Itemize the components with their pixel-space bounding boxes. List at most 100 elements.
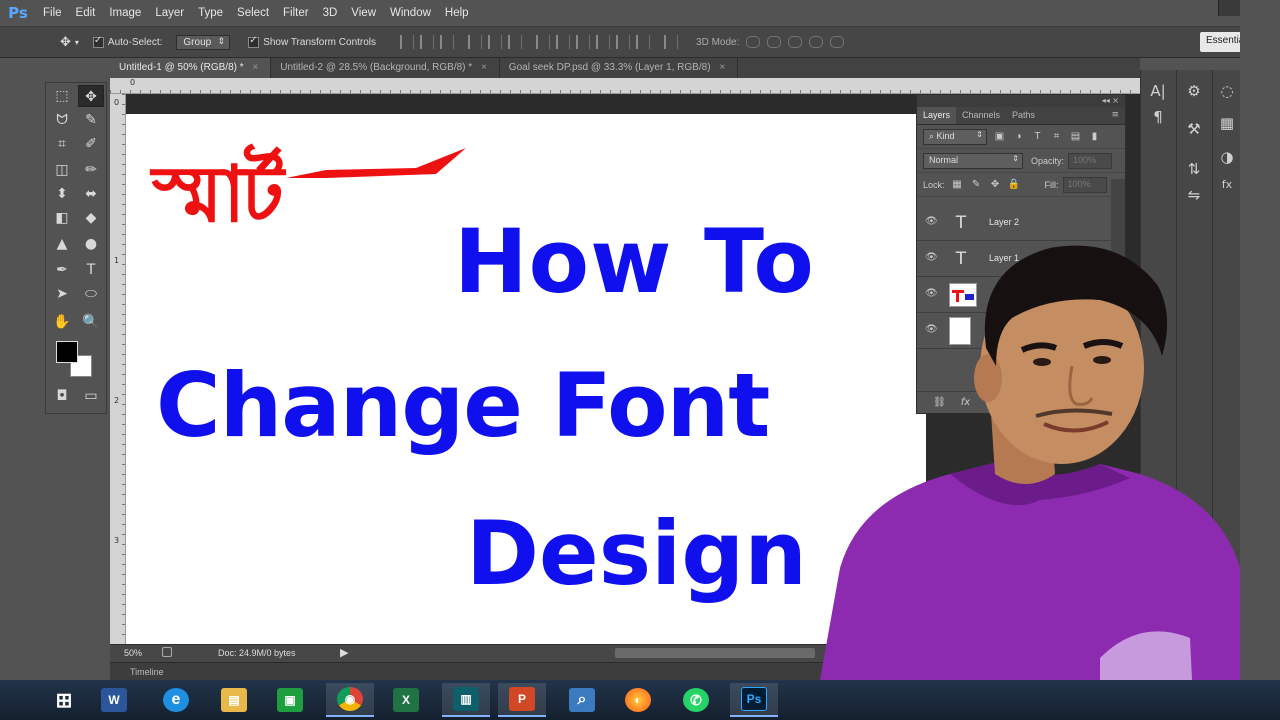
filter-toggle-icon[interactable]: ▮ bbox=[1088, 131, 1101, 143]
clone-stamp-tool-icon[interactable]: ⬍ bbox=[49, 183, 75, 205]
horizontal-scrollbar[interactable] bbox=[615, 648, 815, 658]
crop-tool-icon[interactable]: ⌗ bbox=[49, 133, 75, 155]
headline-line-2[interactable]: Change Font bbox=[156, 354, 770, 457]
healing-brush-tool-icon[interactable]: ◫ bbox=[49, 159, 75, 181]
close-icon[interactable]: × bbox=[252, 62, 258, 73]
distribute-hcenter-icon[interactable] bbox=[616, 35, 631, 49]
taskbar-powerpoint[interactable]: P bbox=[498, 683, 546, 717]
align-bottom-icon[interactable] bbox=[440, 35, 455, 49]
auto-select-target-dropdown[interactable]: Group bbox=[176, 34, 231, 50]
menu-window[interactable]: Window bbox=[383, 7, 438, 19]
zoom-level[interactable]: 50% bbox=[124, 648, 142, 658]
taskbar-excel[interactable]: X bbox=[382, 683, 430, 717]
3d-rotate-icon[interactable] bbox=[746, 36, 761, 48]
blur-tool-icon[interactable]: ▲ bbox=[49, 233, 75, 255]
blend-mode-dropdown[interactable]: Normal bbox=[923, 152, 1023, 169]
quick-mask-icon[interactable]: ◘ bbox=[49, 385, 75, 407]
menu-filter[interactable]: Filter bbox=[276, 7, 316, 19]
tab-untitled-1[interactable]: Untitled-1 @ 50% (RGB/8) * × bbox=[110, 58, 272, 78]
tab-layers[interactable]: Layers bbox=[917, 107, 957, 124]
auto-select-checkbox[interactable] bbox=[92, 35, 104, 48]
close-icon[interactable]: × bbox=[481, 62, 487, 73]
align-right-icon[interactable] bbox=[508, 35, 523, 49]
lock-transparent-icon[interactable]: ▦ bbox=[951, 179, 964, 191]
filter-pixel-icon[interactable]: ▣ bbox=[993, 131, 1006, 143]
lock-all-icon[interactable]: 🔒 bbox=[1008, 179, 1021, 191]
lasso-tool-icon[interactable]: ᗢ bbox=[49, 109, 75, 131]
color-panel-icon[interactable]: ▦ bbox=[1216, 112, 1238, 134]
tab-goal-seek[interactable]: Goal seek DP.psd @ 33.3% (Layer 1, RGB/8… bbox=[500, 58, 739, 78]
effects-panel-icon[interactable]: fx bbox=[1216, 174, 1238, 196]
filter-adjustment-icon[interactable]: ◑ bbox=[1012, 131, 1025, 143]
workspace-switcher[interactable]: Essentials bbox=[1200, 32, 1240, 52]
opacity-input[interactable]: 100% bbox=[1068, 152, 1113, 169]
move-tool-icon[interactable]: ✥ bbox=[78, 85, 104, 107]
layer-row-layer-2[interactable]: 👁 T Layer 2 bbox=[917, 205, 1111, 241]
headline-line-1[interactable]: How To bbox=[454, 210, 815, 313]
screen-mode-icon[interactable]: ▭ bbox=[78, 385, 104, 407]
distribute-vcenter-icon[interactable] bbox=[556, 35, 571, 49]
filter-shape-icon[interactable]: ⌗ bbox=[1050, 131, 1063, 143]
eraser-tool-icon[interactable]: ◧ bbox=[49, 207, 75, 229]
tab-channels[interactable]: Channels bbox=[956, 107, 1006, 124]
auto-align-icon[interactable] bbox=[664, 35, 679, 49]
start-button[interactable]: ⊞ bbox=[40, 683, 88, 717]
properties-panel-icon[interactable]: ⚒ bbox=[1183, 118, 1205, 140]
dodge-tool-icon[interactable]: ● bbox=[78, 233, 104, 255]
taskbar-word[interactable]: W bbox=[90, 683, 138, 717]
fill-input[interactable]: 100% bbox=[1062, 176, 1107, 193]
headline-line-3[interactable]: Design bbox=[466, 502, 807, 605]
distribute-top-icon[interactable] bbox=[536, 35, 551, 49]
visibility-eye-icon[interactable]: 👁 bbox=[925, 217, 939, 227]
bangla-title-text[interactable]: স্মার্ট bbox=[152, 134, 284, 264]
3d-slide-icon[interactable] bbox=[809, 36, 824, 48]
taskbar-internet-explorer[interactable]: e bbox=[152, 683, 200, 717]
menu-select[interactable]: Select bbox=[230, 7, 276, 19]
foreground-color-swatch[interactable] bbox=[56, 341, 78, 363]
tab-paths[interactable]: Paths bbox=[1006, 107, 1041, 124]
taskbar-book-reader[interactable]: ▥ bbox=[442, 683, 490, 717]
brush-tool-icon[interactable]: ✏ bbox=[78, 159, 104, 181]
distribute-left-icon[interactable] bbox=[596, 35, 611, 49]
3d-roll-icon[interactable] bbox=[767, 36, 782, 48]
lock-image-icon[interactable]: ✎ bbox=[970, 179, 983, 191]
menu-edit[interactable]: Edit bbox=[69, 7, 103, 19]
align-hcenter-icon[interactable] bbox=[488, 35, 503, 49]
pen-tool-icon[interactable]: ✒ bbox=[49, 259, 75, 281]
panel-collapse-bar[interactable]: ◂◂ × bbox=[917, 95, 1125, 107]
menu-help[interactable]: Help bbox=[438, 7, 476, 19]
close-icon[interactable]: × bbox=[719, 62, 725, 73]
taskbar-search-tool[interactable]: ⌕ bbox=[558, 683, 606, 717]
align-top-icon[interactable] bbox=[400, 35, 415, 49]
paint-bucket-tool-icon[interactable]: ◆ bbox=[78, 207, 104, 229]
path-selection-tool-icon[interactable]: ➤ bbox=[49, 283, 75, 305]
window-close-button[interactable] bbox=[1218, 0, 1240, 16]
ruler-horizontal[interactable]: 0 bbox=[110, 78, 1140, 94]
brush-presets-icon[interactable]: ⇅ bbox=[1183, 158, 1205, 180]
hand-tool-icon[interactable]: ✋ bbox=[49, 311, 75, 333]
taskbar-firefox[interactable]: ◐ bbox=[614, 683, 662, 717]
marquee-tool-icon[interactable]: ⬚ bbox=[49, 85, 75, 107]
eyedropper-tool-icon[interactable]: ✐ bbox=[78, 133, 104, 155]
taskbar-whatsapp[interactable]: ✆ bbox=[672, 683, 720, 717]
zoom-tool-icon[interactable]: 🔍 bbox=[78, 311, 104, 333]
panel-menu-icon[interactable]: ≡ bbox=[1111, 110, 1119, 120]
3d-camera-icon[interactable] bbox=[830, 36, 845, 48]
history-brush-tool-icon[interactable]: ⬌ bbox=[78, 183, 104, 205]
export-icon[interactable] bbox=[162, 647, 172, 657]
ruler-vertical[interactable]: 0 1 2 3 bbox=[110, 94, 126, 644]
paragraph-panel-icon[interactable]: ¶ bbox=[1147, 106, 1169, 128]
taskbar-store[interactable]: ▣ bbox=[266, 683, 314, 717]
type-tool-icon[interactable]: T bbox=[78, 259, 104, 281]
distribute-bottom-icon[interactable] bbox=[576, 35, 591, 49]
tool-presets-icon[interactable]: ⇋ bbox=[1183, 184, 1205, 206]
show-transform-checkbox[interactable] bbox=[248, 35, 260, 48]
tab-untitled-2[interactable]: Untitled-2 @ 28.5% (Background, RGB/8) *… bbox=[271, 58, 500, 78]
menu-file[interactable]: File bbox=[36, 7, 69, 19]
quick-select-tool-icon[interactable]: ✎ bbox=[78, 109, 104, 131]
character-panel-icon[interactable]: A| bbox=[1147, 80, 1169, 102]
layer-filter-kind-dropdown[interactable]: ⌕ Kind bbox=[923, 128, 987, 145]
adjustments-panel-icon[interactable]: ⚙ bbox=[1183, 80, 1205, 102]
ellipse-tool-icon[interactable]: ⬭ bbox=[78, 283, 104, 305]
menu-3d[interactable]: 3D bbox=[316, 7, 345, 19]
